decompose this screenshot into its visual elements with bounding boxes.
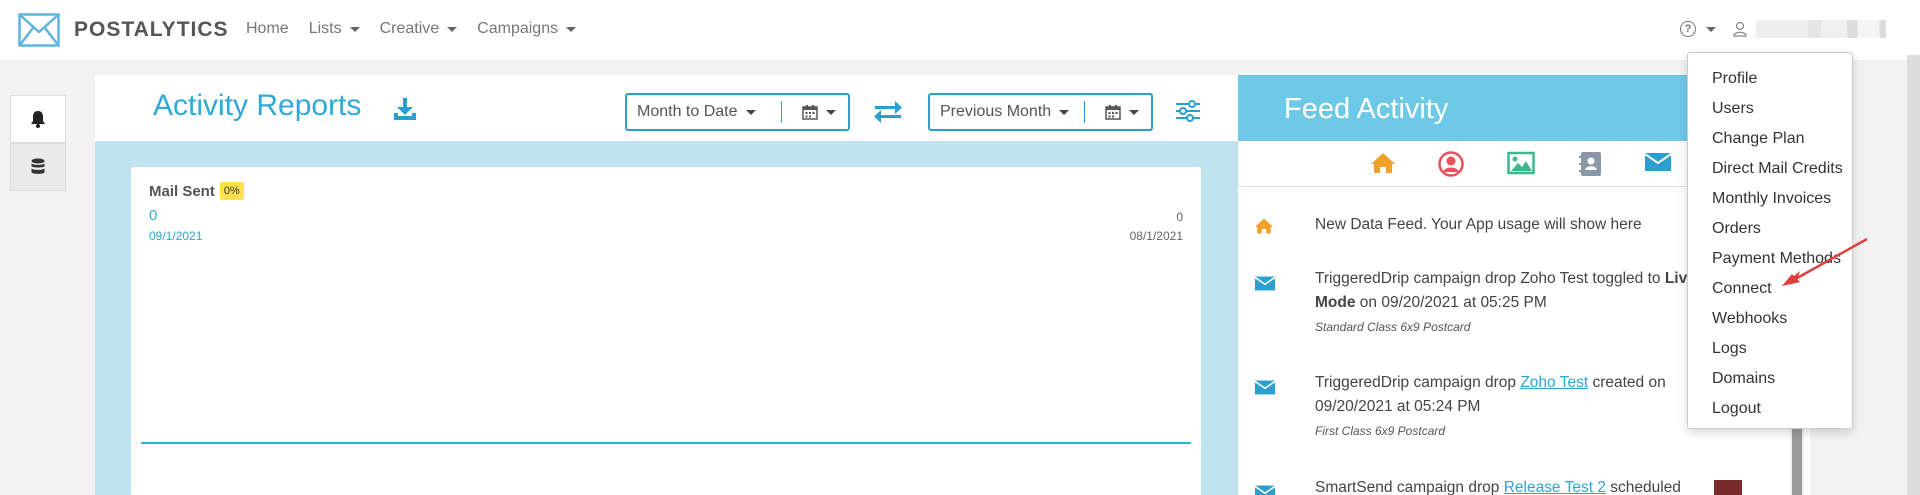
activity-title: Activity Reports [153,89,362,122]
user-icon[interactable] [1732,21,1748,37]
notifications-button[interactable] [10,95,66,143]
feed-text: New Data Feed. Your App usage will show … [1315,216,1642,233]
metric-label: Mail Sent 0% [149,182,244,200]
feed-subtext: Standard Class 6x9 Postcard [1315,320,1471,334]
home-icon [1255,218,1273,234]
calendar-icon [802,104,818,120]
campaign-link[interactable]: Release Test 2 [1504,479,1606,495]
menu-item-webhooks[interactable]: Webhooks [1688,304,1852,334]
chevron-down-icon [826,109,836,115]
menu-item-profile[interactable]: Profile [1688,64,1852,94]
top-navbar: POSTALYTICS Home Lists Creative Campaign… [0,0,1920,60]
feed-text-after: on 09/20/2021 at 05:25 PM [1355,294,1547,311]
menu-item-monthly-invoices[interactable]: Monthly Invoices [1688,184,1852,214]
nav-campaigns[interactable]: Campaigns [477,20,577,38]
nav-campaigns-label: Campaigns [477,20,559,37]
compare-period-dropdown[interactable]: Previous Month [930,95,1084,129]
menu-item-logout[interactable]: Logout [1688,394,1852,424]
chevron-down-icon [745,109,756,115]
feed-text-before: TriggeredDrip campaign drop [1315,374,1521,391]
feed-item-text: TriggeredDrip campaign drop Zoho Test to… [1315,267,1715,335]
envelope-icon [1254,276,1276,291]
home-icon[interactable] [1370,151,1396,175]
calendar-icon [1105,104,1121,120]
user-name-redacted[interactable] [1756,20,1886,38]
nav-home-label: Home [246,20,289,37]
postcard-thumbnail[interactable] [1714,480,1742,495]
current-value: 0 [149,207,158,224]
download-icon[interactable] [392,96,418,122]
data-button[interactable] [10,143,66,191]
primary-period-dropdown[interactable]: Month to Date [627,95,781,129]
chevron-down-icon [349,26,360,32]
chevron-down-icon [566,26,577,32]
contact-book-icon[interactable] [1579,151,1603,177]
current-date: 09/1/2021 [149,229,203,243]
user-circle-icon[interactable] [1438,151,1464,177]
activity-header: Activity Reports Month to Date Previous … [95,75,1238,141]
feed-title: Feed Activity [1284,93,1449,125]
mail-sent-label: Mail Sent [149,182,215,200]
feed-subtext: First Class 6x9 Postcard [1315,424,1446,438]
menu-item-change-plan[interactable]: Change Plan [1688,124,1852,154]
envelope-icon[interactable] [1644,151,1672,173]
primary-period-select[interactable]: Month to Date [625,93,850,131]
envelope-icon [1254,485,1276,495]
primary-date-picker[interactable] [782,104,848,120]
menu-item-logs[interactable]: Logs [1688,334,1852,364]
sliders-icon[interactable] [1175,99,1201,123]
database-icon [31,158,45,174]
activity-reports-panel: Activity Reports Month to Date Previous … [95,75,1238,495]
campaign-link[interactable]: Zoho Test [1520,374,1588,391]
bell-icon [31,111,45,128]
chart-baseline [141,442,1191,444]
annotation-arrow-icon [1782,237,1868,286]
question-circle-icon[interactable]: ? [1680,21,1696,37]
feed-text-before: TriggeredDrip campaign drop Zoho Test to… [1315,270,1665,287]
chevron-down-icon [1129,109,1139,115]
nav-lists[interactable]: Lists [309,20,360,38]
main-nav: Home Lists Creative Campaigns [246,20,596,38]
compare-date-picker[interactable] [1085,104,1151,120]
feed-item-text: New Data Feed. Your App usage will show … [1315,213,1715,237]
compare-value: 0 [1176,210,1183,224]
compare-period-select[interactable]: Previous Month [928,93,1153,131]
feed-text-after: scheduled [1605,479,1681,495]
envelope-logo-icon [18,13,60,47]
user-controls: ? [1680,20,1886,38]
compare-period-label: Previous Month [940,103,1052,120]
mail-sent-card: Mail Sent 0% 0 09/1/2021 0 08/1/2021 [131,167,1201,495]
menu-item-domains[interactable]: Domains [1688,364,1852,394]
nav-creative-label: Creative [379,20,440,37]
primary-period-label: Month to Date [637,103,738,120]
image-icon[interactable] [1507,151,1535,175]
nav-lists-label: Lists [308,20,342,37]
brand-logo[interactable]: POSTALYTICS [18,13,229,47]
menu-item-direct-mail-credits[interactable]: Direct Mail Credits [1688,154,1852,184]
feed-item-text: SmartSend campaign drop Release Test 2 s… [1315,476,1715,495]
chevron-down-icon[interactable] [1706,26,1716,32]
chevron-down-icon [1059,109,1070,115]
percent-badge: 0% [219,182,244,200]
compare-date: 08/1/2021 [1129,229,1183,243]
nav-home[interactable]: Home [246,20,289,38]
menu-item-users[interactable]: Users [1688,94,1852,124]
feed-text-before: SmartSend campaign drop [1315,479,1504,495]
envelope-icon [1254,380,1276,395]
chevron-down-icon [447,26,458,32]
nav-creative[interactable]: Creative [380,20,458,38]
page-scrollbar[interactable] [1907,55,1920,495]
brand-name: POSTALYTICS [74,18,229,41]
swap-arrows-icon[interactable] [873,100,903,124]
feed-item-text: TriggeredDrip campaign drop Zoho Test cr… [1315,371,1715,439]
